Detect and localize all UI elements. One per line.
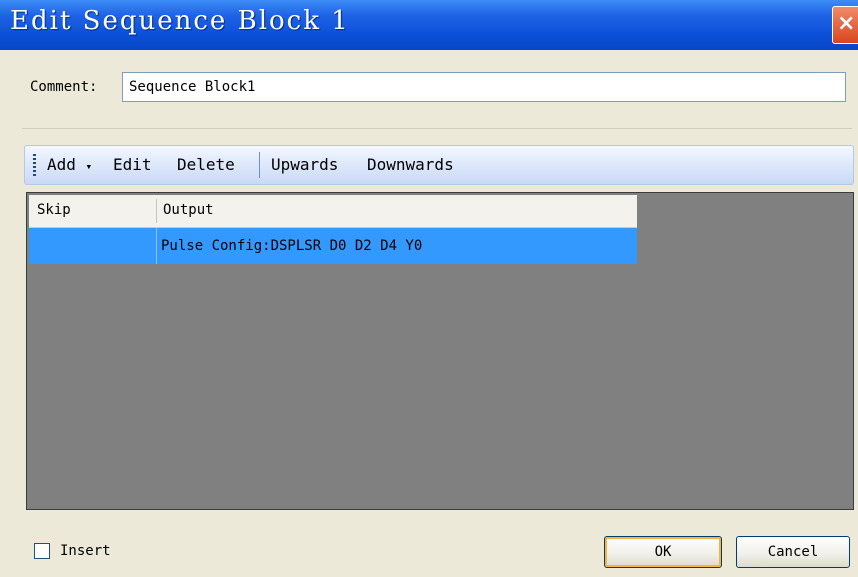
close-button[interactable]: × (832, 6, 858, 44)
ok-button[interactable]: OK (604, 536, 722, 568)
table-header: Skip Output (29, 195, 637, 228)
toolbar-grip[interactable] (33, 154, 36, 176)
table-row[interactable]: Pulse Config:DSPLSR D0 D2 D4 Y0 (29, 228, 637, 264)
sequence-table[interactable]: Skip Output Pulse Config:DSPLSR D0 D2 D4… (26, 192, 854, 510)
comment-label: Comment: (30, 79, 98, 95)
toolbar: Add ▾ Edit Delete Upwards Downwards (24, 145, 854, 185)
edit-button[interactable]: Edit (113, 155, 152, 174)
column-header-skip[interactable]: Skip (37, 202, 71, 218)
insert-checkbox[interactable] (34, 543, 50, 559)
chevron-down-icon: ▾ (85, 160, 93, 173)
window-title: Edit Sequence Block 1 (10, 6, 350, 36)
title-bar[interactable]: Edit Sequence Block 1 × (0, 0, 858, 50)
column-divider[interactable] (156, 199, 157, 223)
add-button[interactable]: Add ▾ (47, 155, 92, 174)
upwards-button[interactable]: Upwards (271, 155, 338, 174)
close-icon: × (837, 11, 856, 36)
group-divider (22, 128, 852, 129)
delete-button[interactable]: Delete (177, 155, 235, 174)
column-header-output[interactable]: Output (163, 202, 214, 218)
output-cell[interactable]: Pulse Config:DSPLSR D0 D2 D4 Y0 (161, 238, 422, 254)
add-label: Add (47, 155, 76, 174)
downwards-button[interactable]: Downwards (367, 155, 454, 174)
cancel-button[interactable]: Cancel (736, 536, 850, 568)
toolbar-separator (259, 152, 260, 178)
comment-input[interactable]: Sequence Block1 (122, 72, 846, 102)
cell-divider (156, 228, 157, 264)
insert-label[interactable]: Insert (60, 543, 111, 559)
